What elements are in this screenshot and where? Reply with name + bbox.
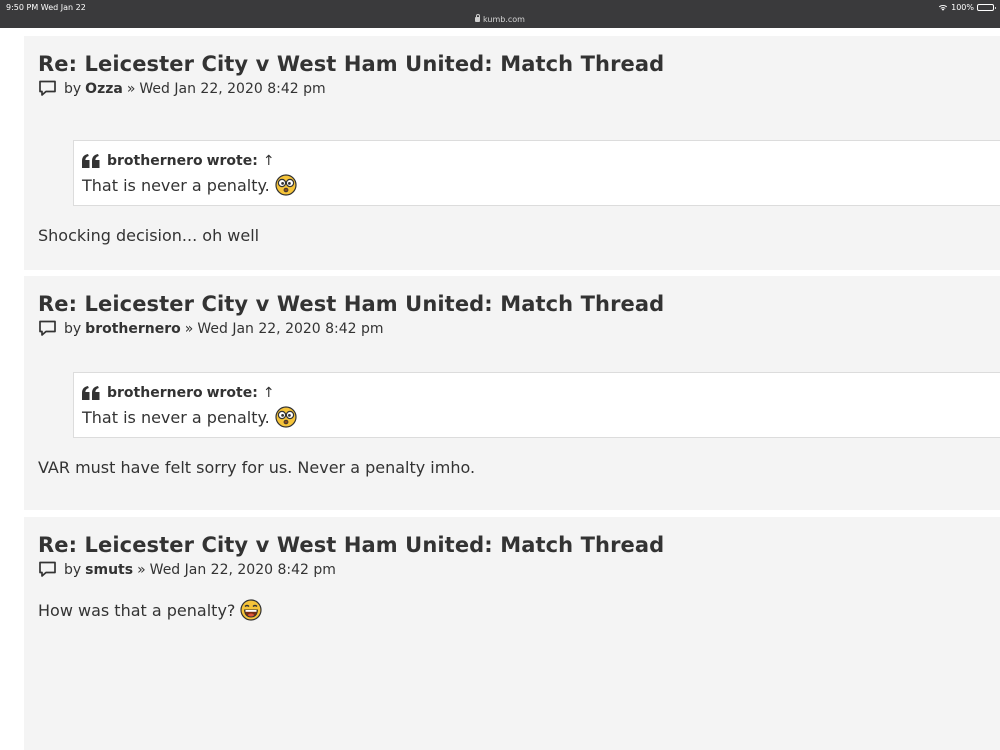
quote-mark-icon (82, 385, 100, 401)
quote-header: brothernero wrote: ↑ (82, 151, 1000, 171)
post-meta: by brothernero » Wed Jan 22, 2020 8:42 p… (38, 320, 384, 337)
speech-bubble-icon[interactable] (38, 320, 57, 337)
meta-separator: » (126, 80, 136, 97)
quote-block: brothernero wrote: ↑ That is never a pen… (73, 140, 1000, 206)
quote-mark-icon (82, 153, 100, 169)
post-title[interactable]: Re: Leicester City v West Ham United: Ma… (38, 52, 664, 76)
post-title[interactable]: Re: Leicester City v West Ham United: Ma… (38, 533, 664, 557)
post-author[interactable]: smuts (85, 562, 133, 578)
post-author[interactable]: Ozza (85, 81, 123, 97)
post-title[interactable]: Re: Leicester City v West Ham United: Ma… (38, 292, 664, 316)
quote-text: That is never a penalty. (82, 406, 1000, 428)
quote-wrote-label: wrote: (206, 385, 258, 401)
by-label: by (64, 80, 82, 97)
meta-separator: » (184, 320, 194, 337)
battery-icon (977, 4, 996, 11)
speech-bubble-icon[interactable] (38, 80, 57, 97)
quote-author[interactable]: brothernero (107, 153, 203, 169)
meta-separator: » (137, 561, 146, 578)
by-label: by (64, 561, 82, 578)
ios-status-bar: 9:50 PM Wed Jan 22 kumb.com 100% (0, 0, 1000, 28)
post-date: Wed Jan 22, 2020 8:42 pm (139, 80, 326, 97)
wifi-icon (938, 4, 948, 11)
post-date: Wed Jan 22, 2020 8:42 pm (149, 561, 336, 578)
quote-block: brothernero wrote: ↑ That is never a pen… (73, 372, 1000, 438)
post-date: Wed Jan 22, 2020 8:42 pm (197, 320, 384, 337)
status-time: 9:50 PM Wed Jan 22 (6, 3, 86, 12)
post-meta: by Ozza » Wed Jan 22, 2020 8:42 pm (38, 80, 326, 97)
shocked-emoji-icon (275, 174, 297, 196)
laughing-emoji-icon (240, 599, 263, 621)
post-meta: by smuts » Wed Jan 22, 2020 8:42 pm (38, 561, 336, 578)
forum-post: Re: Leicester City v West Ham United: Ma… (24, 517, 1000, 750)
shocked-emoji-icon (275, 406, 297, 428)
status-indicators: 100% (938, 3, 996, 12)
post-author[interactable]: brothernero (85, 321, 181, 337)
quote-header: brothernero wrote: ↑ (82, 383, 1000, 403)
arrow-up-icon[interactable]: ↑ (263, 385, 275, 401)
quote-text: That is never a penalty. (82, 174, 1000, 196)
forum-post: Re: Leicester City v West Ham United: Ma… (24, 276, 1000, 510)
battery-percent: 100% (951, 3, 974, 12)
speech-bubble-icon[interactable] (38, 561, 57, 578)
forum-page: Re: Leicester City v West Ham United: Ma… (24, 28, 1000, 750)
arrow-up-icon[interactable]: ↑ (263, 153, 275, 169)
forum-post: Re: Leicester City v West Ham United: Ma… (24, 36, 1000, 270)
url-text: kumb.com (483, 15, 525, 24)
post-content: VAR must have felt sorry for us. Never a… (38, 458, 476, 477)
post-content: How was that a penalty? (38, 599, 263, 621)
by-label: by (64, 320, 82, 337)
address-bar[interactable]: kumb.com (0, 14, 1000, 24)
quote-author[interactable]: brothernero (107, 385, 203, 401)
quote-wrote-label: wrote: (206, 153, 258, 169)
lock-icon (475, 14, 481, 22)
post-content: Shocking decision... oh well (38, 226, 260, 245)
